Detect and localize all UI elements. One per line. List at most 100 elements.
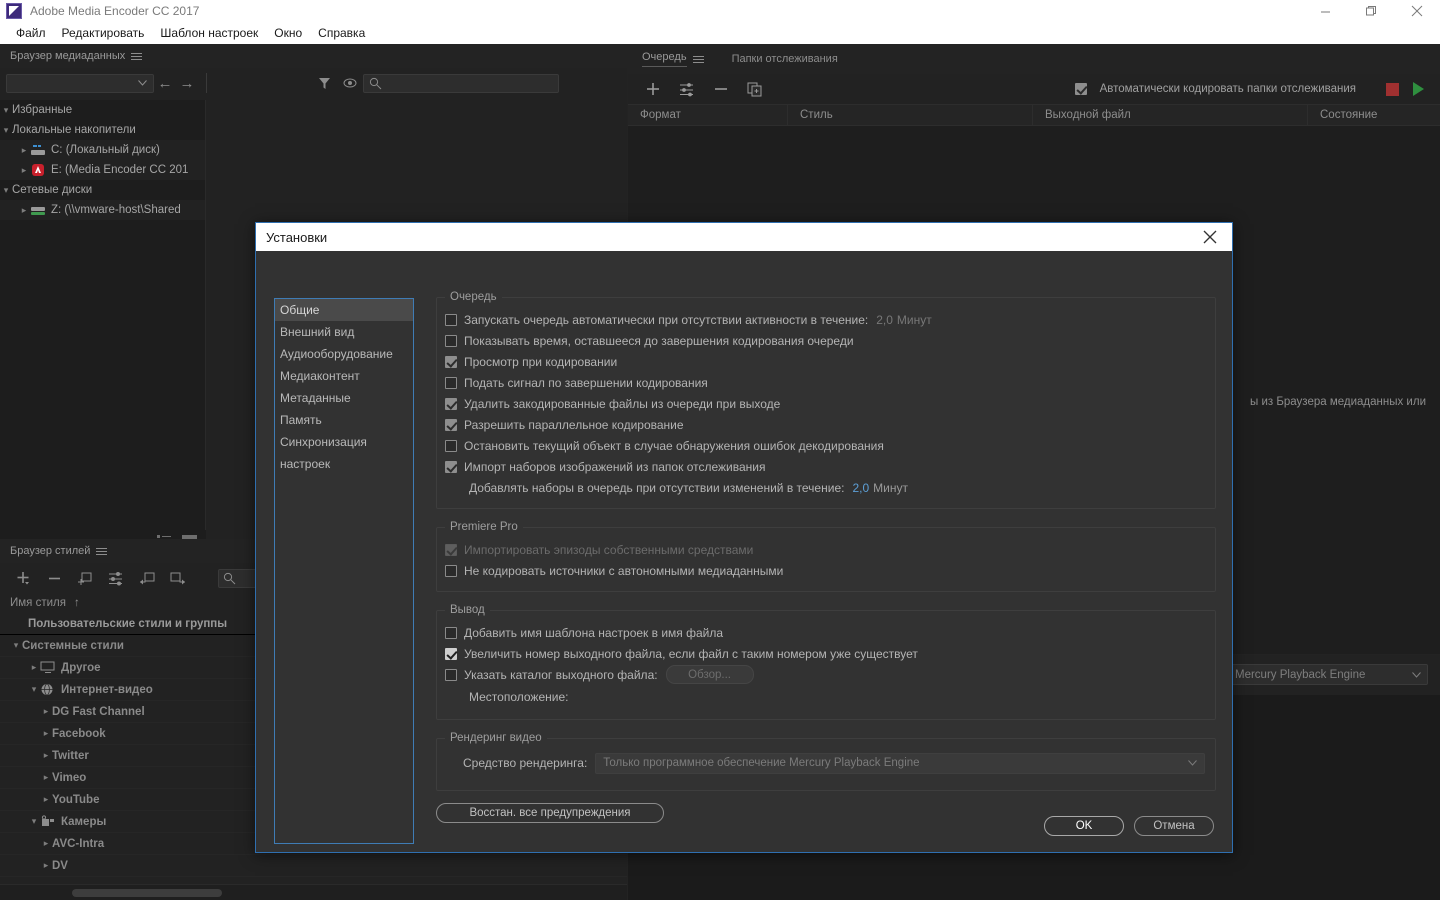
chevron-down-icon[interactable]: ▾ bbox=[0, 125, 12, 136]
close-icon[interactable] bbox=[1394, 0, 1440, 22]
arrow-right-icon[interactable]: → bbox=[176, 75, 198, 92]
arrow-left-icon[interactable]: ← bbox=[154, 75, 176, 92]
tree-item-local-drives[interactable]: ▾ Локальные накопители bbox=[0, 120, 205, 140]
menu-item-window[interactable]: Окно bbox=[266, 22, 310, 44]
sidebar-item-general[interactable]: Общие bbox=[275, 299, 413, 321]
checkbox-indicator[interactable] bbox=[445, 460, 457, 473]
chevron-right-icon[interactable]: ▸ bbox=[40, 772, 52, 783]
renderer-select[interactable]: Mercury Playback Engine bbox=[1228, 664, 1428, 685]
column-status[interactable]: Состояние bbox=[1308, 104, 1440, 126]
minimize-icon[interactable] bbox=[1302, 0, 1348, 22]
pref-stop-on-decode-error[interactable]: Остановить текущий объект в случае обнар… bbox=[445, 435, 1205, 456]
menu-item-file[interactable]: Файл bbox=[8, 22, 54, 44]
chevron-right-icon[interactable]: ▸ bbox=[40, 860, 52, 871]
sidebar-item-metadata[interactable]: Метаданные bbox=[275, 387, 413, 409]
chevron-down-icon[interactable] bbox=[1412, 669, 1421, 681]
chevron-right-icon[interactable]: ▸ bbox=[40, 706, 52, 717]
menu-item-preset[interactable]: Шаблон настроек bbox=[152, 22, 266, 44]
pref-remove-completed-on-exit[interactable]: Удалить закодированные файлы из очереди … bbox=[445, 393, 1205, 414]
start-queue-icon[interactable] bbox=[1413, 82, 1424, 96]
checkbox-indicator[interactable] bbox=[445, 418, 457, 431]
list-item[interactable]: ▸ DV bbox=[0, 855, 627, 877]
hamburger-icon[interactable] bbox=[692, 54, 704, 65]
delete-preset-icon[interactable] bbox=[41, 567, 67, 589]
maximize-icon[interactable] bbox=[1348, 0, 1394, 22]
checkbox-indicator[interactable] bbox=[445, 376, 457, 389]
reset-warnings-button[interactable]: Восстан. все предупреждения bbox=[436, 803, 664, 823]
hamburger-icon[interactable] bbox=[131, 51, 143, 62]
pref-increment-output-number[interactable]: Увеличить номер выходного файла, если фа… bbox=[445, 643, 1205, 664]
checkbox-indicator[interactable] bbox=[445, 668, 457, 681]
chevron-right-icon[interactable]: ▸ bbox=[28, 662, 40, 673]
checkbox-indicator[interactable] bbox=[445, 626, 457, 639]
new-preset-icon[interactable] bbox=[10, 567, 36, 589]
preset-settings-icon[interactable] bbox=[103, 567, 129, 589]
menu-item-help[interactable]: Справка bbox=[310, 22, 373, 44]
eye-icon[interactable] bbox=[337, 72, 363, 94]
chevron-down-icon[interactable]: ▾ bbox=[10, 640, 22, 651]
sidebar-item-sync-settings[interactable]: Синхронизация настроек bbox=[275, 431, 413, 471]
import-preset-icon[interactable] bbox=[134, 567, 160, 589]
sort-asc-icon[interactable]: ↑ bbox=[74, 597, 80, 609]
scrollbar-thumb[interactable] bbox=[72, 889, 222, 897]
pref-append-preset-name[interactable]: Добавить имя шаблона настроек в имя файл… bbox=[445, 622, 1205, 643]
column-output-file[interactable]: Выходной файл bbox=[1033, 104, 1308, 126]
add-item-icon[interactable] bbox=[640, 78, 666, 100]
pref-specify-output-directory[interactable]: Указать каталог выходного файла: Обзор..… bbox=[445, 664, 1205, 685]
checkbox-indicator[interactable] bbox=[445, 397, 457, 410]
checkbox-indicator[interactable] bbox=[445, 313, 457, 326]
new-group-icon[interactable] bbox=[72, 567, 98, 589]
sidebar-item-memory[interactable]: Память bbox=[275, 409, 413, 431]
chevron-down-icon[interactable]: ▾ bbox=[0, 105, 12, 116]
tree-item-drive-e[interactable]: ▸ E: (Media Encoder CC 201 bbox=[0, 160, 205, 180]
tab-media-browser[interactable]: Браузер медиаданных bbox=[10, 50, 125, 62]
pref-show-remaining-time[interactable]: Показывать время, оставшееся до завершен… bbox=[445, 330, 1205, 351]
browse-button[interactable]: Обзор... bbox=[665, 665, 754, 684]
chevron-down-icon[interactable]: ▾ bbox=[28, 816, 40, 827]
chevron-right-icon[interactable]: ▸ bbox=[40, 794, 52, 805]
tree-item-drive-z[interactable]: ▸ Z: (\\vmware-host\Shared bbox=[0, 200, 205, 220]
pref-parallel-encoding[interactable]: Разрешить параллельное кодирование bbox=[445, 414, 1205, 435]
auto-start-idle-value[interactable]: 2,0 bbox=[876, 313, 893, 327]
sidebar-item-audio-hardware[interactable]: Аудиооборудование bbox=[275, 343, 413, 365]
tab-queue[interactable]: Очередь bbox=[642, 51, 687, 67]
chevron-right-icon[interactable]: ▸ bbox=[40, 838, 52, 849]
chevron-right-icon[interactable]: ▸ bbox=[18, 165, 30, 176]
checkbox-indicator[interactable] bbox=[445, 355, 457, 368]
chevron-down-icon[interactable]: ▾ bbox=[28, 684, 40, 695]
close-icon[interactable] bbox=[1188, 223, 1232, 251]
chevron-right-icon[interactable]: ▸ bbox=[40, 750, 52, 761]
tree-item-drive-c[interactable]: ▸ C: (Локальный диск) bbox=[0, 140, 205, 160]
export-preset-icon[interactable] bbox=[165, 567, 191, 589]
hamburger-icon[interactable] bbox=[96, 546, 108, 557]
renderer-select[interactable]: Только программное обеспечение Mercury P… bbox=[595, 752, 1205, 774]
add-preset-icon[interactable] bbox=[674, 78, 700, 100]
ok-button[interactable]: OK bbox=[1044, 816, 1124, 836]
pref-import-image-sequences[interactable]: Импорт наборов изображений из папок отсл… bbox=[445, 456, 1205, 477]
checkbox-indicator[interactable] bbox=[445, 439, 457, 452]
cancel-button[interactable]: Отмена bbox=[1134, 816, 1214, 836]
funnel-icon[interactable] bbox=[311, 72, 337, 94]
media-browser-path-select[interactable] bbox=[6, 73, 154, 93]
checkbox-indicator[interactable] bbox=[445, 334, 457, 347]
tree-item-network-drives[interactable]: ▾ Сетевые диски bbox=[0, 180, 205, 200]
chevron-right-icon[interactable]: ▸ bbox=[40, 728, 52, 739]
chevron-down-icon[interactable] bbox=[1188, 757, 1197, 769]
stop-icon[interactable] bbox=[1386, 82, 1399, 96]
sidebar-item-appearance[interactable]: Внешний вид bbox=[275, 321, 413, 343]
tab-preset-browser[interactable]: Браузер стилей bbox=[10, 545, 90, 557]
add-sequences-delay-value[interactable]: 2,0 bbox=[852, 481, 869, 495]
pref-beep-when-finished[interactable]: Подать сигнал по завершении кодирования bbox=[445, 372, 1205, 393]
auto-encode-watch-folders-checkbox[interactable]: Автоматически кодировать папки отслежива… bbox=[1074, 83, 1356, 95]
chevron-right-icon[interactable]: ▸ bbox=[18, 205, 30, 216]
tab-watch-folders[interactable]: Папки отслеживания bbox=[732, 53, 838, 65]
checkbox-indicator[interactable] bbox=[445, 647, 457, 660]
duplicate-item-icon[interactable] bbox=[742, 78, 768, 100]
checkbox-indicator[interactable] bbox=[1074, 83, 1087, 95]
chevron-right-icon[interactable]: ▸ bbox=[18, 145, 30, 156]
menu-item-edit[interactable]: Редактировать bbox=[54, 22, 153, 44]
column-format[interactable]: Формат bbox=[628, 104, 788, 126]
horizontal-scrollbar[interactable] bbox=[0, 884, 627, 900]
pref-dont-encode-offline-media[interactable]: Не кодировать источники с автономными ме… bbox=[445, 560, 1205, 581]
sidebar-item-media[interactable]: Медиаконтент bbox=[275, 365, 413, 387]
